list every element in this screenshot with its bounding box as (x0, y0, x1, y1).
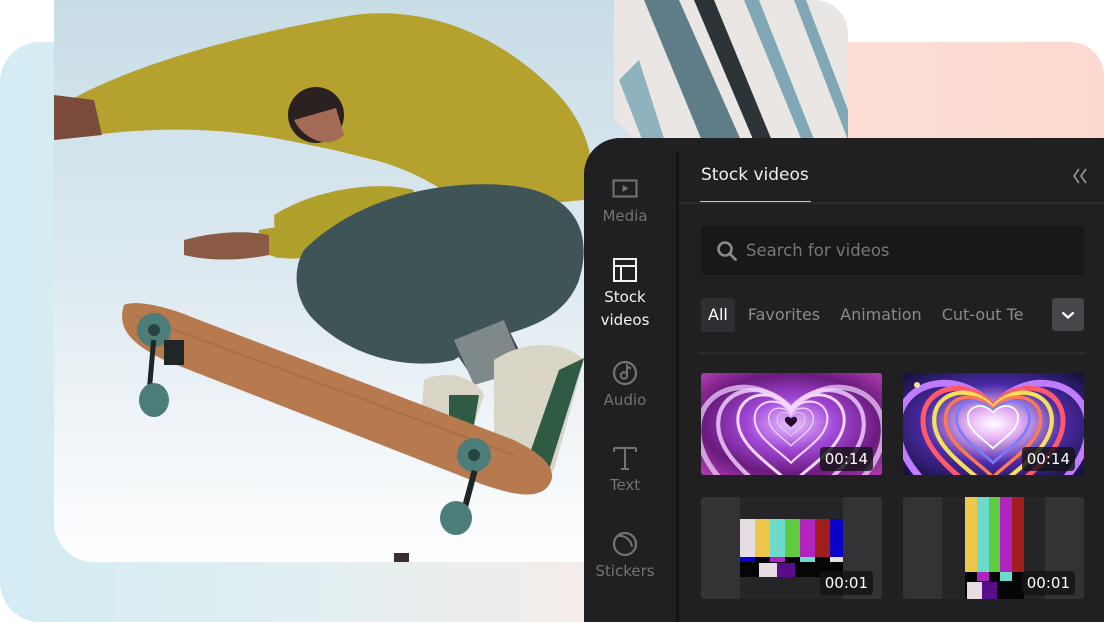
search-box (701, 226, 1084, 275)
category-chip-favorites[interactable]: Favorites (741, 298, 827, 332)
layout-icon (613, 258, 637, 282)
search-icon (717, 240, 737, 261)
search-input[interactable] (746, 241, 1066, 260)
video-duration: 00:14 (819, 447, 873, 471)
tab-divider (679, 202, 1104, 204)
double-chevron-left-icon[interactable] (1070, 166, 1090, 186)
sidebar-item-label: Stickers (595, 562, 655, 580)
chevron-down-icon (1061, 311, 1075, 319)
video-thumbnail-color-bars-vertical[interactable]: 00:01 (903, 497, 1084, 599)
category-chip-cutout[interactable]: Cut-out Te (935, 298, 1031, 332)
category-chip-all[interactable]: All (701, 298, 735, 332)
sidebar: Media Stock videos Audio Text Stickers (584, 138, 676, 622)
video-thumbnail-rainbow-hearts[interactable]: 00:14 (903, 373, 1084, 475)
sidebar-item-stock-videos[interactable]: Stock videos (584, 257, 666, 332)
chips-fade (1021, 298, 1051, 332)
sidebar-item-label: Text (609, 476, 641, 494)
sidebar-item-audio[interactable]: Audio (584, 360, 666, 412)
video-duration: 00:14 (1021, 447, 1075, 471)
video-duration: 00:01 (819, 571, 873, 595)
tab-stock-videos[interactable]: Stock videos (701, 165, 809, 185)
sticker-icon (612, 531, 638, 557)
video-thumbnail-color-bars[interactable]: 00:01 (701, 497, 882, 599)
video-thumbnail-pink-hearts[interactable]: 00:14 (701, 373, 882, 475)
video-duration: 00:01 (1021, 571, 1075, 595)
sidebar-item-label: Media (602, 207, 648, 225)
sidebar-item-label: Audio (603, 391, 647, 409)
content-area: Stock videos AllFavoritesAnimationCut-ou… (679, 138, 1104, 622)
music-note-icon (612, 360, 638, 386)
sidebar-item-stickers[interactable]: Stickers (584, 531, 666, 583)
sidebar-item-label-line1: Stock (604, 288, 646, 306)
category-chip-animation[interactable]: Animation (833, 298, 929, 332)
sidebar-item-media[interactable]: Media (584, 176, 666, 228)
text-t-icon (613, 447, 637, 470)
sidebar-item-text[interactable]: Text (584, 445, 666, 497)
play-frame-icon (612, 179, 638, 198)
category-chips: All Favorites Animation Cut-out Te (701, 298, 1084, 332)
stock-videos-panel: Media Stock videos Audio Text Stickers S… (584, 138, 1104, 622)
more-categories-button[interactable] (1052, 298, 1084, 331)
sidebar-item-label-line2: videos (600, 311, 650, 329)
chips-divider (699, 352, 1085, 354)
